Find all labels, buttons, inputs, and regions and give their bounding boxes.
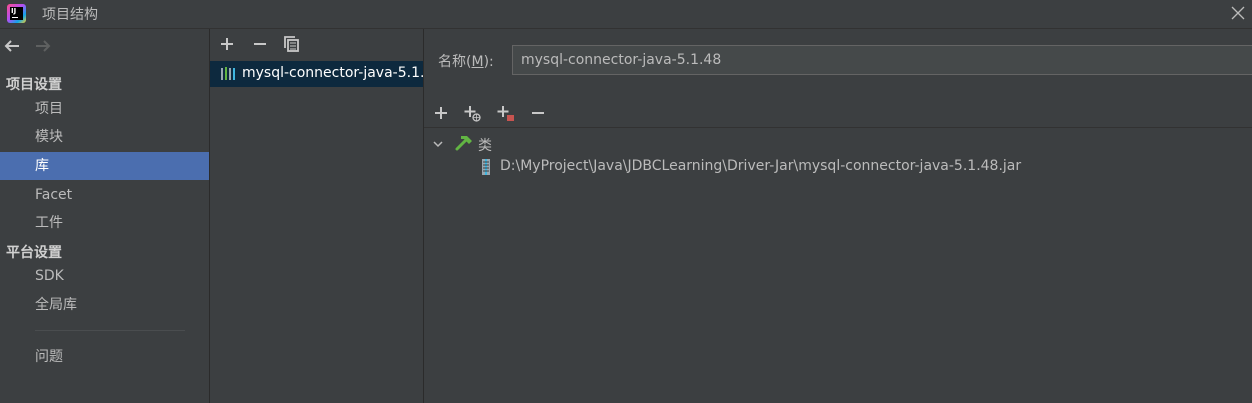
chevron-down-icon[interactable]: [432, 138, 444, 150]
sidebar-item-sdk[interactable]: SDK: [0, 262, 209, 290]
navigation-arrows: [0, 37, 80, 57]
sidebar-item-facets[interactable]: Facet: [0, 181, 209, 209]
library-list-panel: mysql-connector-java-5.1.48: [210, 29, 424, 403]
add-icon[interactable]: [217, 34, 237, 54]
add-url-icon[interactable]: [462, 103, 482, 123]
library-name-input[interactable]: [512, 45, 1252, 75]
remove-icon[interactable]: [250, 34, 270, 54]
library-list-item[interactable]: mysql-connector-java-5.1.48: [210, 61, 423, 87]
hammer-icon: [455, 136, 472, 151]
library-name: mysql-connector-java-5.1.48: [242, 65, 423, 81]
section-header-platform-settings: 平台设置: [6, 245, 62, 261]
library-icon: [221, 67, 235, 80]
sidebar-item-project[interactable]: 项目: [0, 95, 209, 123]
sidebar-item-libraries[interactable]: 库: [0, 152, 209, 180]
library-detail-panel: 名称(M): 类: [424, 29, 1252, 403]
back-arrow-icon[interactable]: [3, 37, 21, 55]
name-field-label: 名称(M):: [438, 54, 494, 70]
title-bar: IJ 项目结构: [0, 0, 1252, 29]
sidebar-item-global-libraries[interactable]: 全局库: [0, 291, 209, 319]
library-roots-tree: 类 D:\MyProject\Java\JDBCLearning\Driver-…: [424, 128, 1252, 403]
add-icon[interactable]: [431, 103, 451, 123]
jar-file-icon: [482, 159, 490, 175]
forward-arrow-icon[interactable]: [34, 37, 52, 55]
jar-file-path: D:\MyProject\Java\JDBCLearning\Driver-Ja…: [500, 158, 1022, 174]
intellij-idea-logo-icon: IJ: [7, 4, 26, 23]
tree-root-label: 类: [478, 138, 492, 154]
copy-icon[interactable]: [282, 34, 302, 54]
window-title: 项目结构: [42, 7, 98, 23]
sidebar-item-artifacts[interactable]: 工件: [0, 209, 209, 237]
remove-icon[interactable]: [528, 103, 548, 123]
close-icon[interactable]: [1228, 3, 1248, 23]
sidebar-item-modules[interactable]: 模块: [0, 123, 209, 151]
settings-sidebar: 项目设置 项目 模块 库 Facet 工件 平台设置 SDK 全局库 问题: [0, 29, 210, 403]
sidebar-divider: [35, 330, 185, 331]
sidebar-item-problems[interactable]: 问题: [0, 343, 209, 371]
add-jar-icon[interactable]: [495, 103, 515, 123]
section-header-project-settings: 项目设置: [6, 77, 62, 93]
